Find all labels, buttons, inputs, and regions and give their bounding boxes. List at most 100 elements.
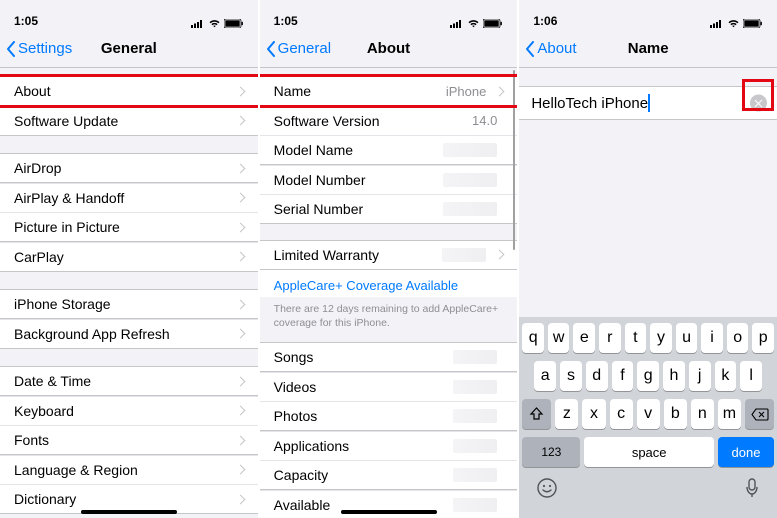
row-picture-in-picture[interactable]: Picture in Picture [0, 212, 258, 242]
row-name[interactable]: Name iPhone [260, 76, 518, 106]
home-indicator[interactable] [341, 510, 437, 514]
chevron-left-icon [525, 41, 535, 57]
redacted-value [453, 409, 497, 423]
row-carplay[interactable]: CarPlay [0, 242, 258, 272]
keyboard: q w e r t y u i o p a s d f g h j k l [519, 317, 777, 518]
key-r[interactable]: r [599, 323, 621, 353]
key-y[interactable]: y [650, 323, 672, 353]
key-d[interactable]: d [586, 361, 608, 391]
key-n[interactable]: n [691, 399, 714, 429]
row-label: Limited Warranty [274, 247, 443, 263]
row-label: Language & Region [14, 462, 233, 478]
row-software-update[interactable]: Software Update [0, 106, 258, 136]
row-airplay-handoff[interactable]: AirPlay & Handoff [0, 183, 258, 213]
chevron-right-icon [235, 494, 245, 504]
redacted-value [443, 202, 497, 216]
chevron-right-icon [235, 222, 245, 232]
row-background-app-refresh[interactable]: Background App Refresh [0, 319, 258, 349]
row-airdrop[interactable]: AirDrop [0, 153, 258, 183]
name-input-row[interactable]: HelloTech iPhone [519, 86, 777, 120]
highlight-box [742, 79, 774, 111]
key-e[interactable]: e [573, 323, 595, 353]
scrollbar[interactable] [513, 70, 516, 250]
status-icons [191, 19, 244, 28]
dictation-icon[interactable] [744, 477, 760, 499]
row-songs[interactable]: Songs [260, 342, 518, 372]
chevron-right-icon [235, 465, 245, 475]
row-software-version[interactable]: Software Version 14.0 [260, 106, 518, 136]
key-z[interactable]: z [555, 399, 578, 429]
redacted-value [453, 350, 497, 364]
chevron-right-icon [235, 435, 245, 445]
key-j[interactable]: j [689, 361, 711, 391]
chevron-right-icon [235, 116, 245, 126]
row-label: Applications [274, 438, 454, 454]
row-iphone-storage[interactable]: iPhone Storage [0, 289, 258, 319]
row-about[interactable]: About [0, 76, 258, 106]
key-f[interactable]: f [612, 361, 634, 391]
chevron-right-icon [495, 250, 505, 260]
signal-icon [191, 19, 205, 28]
key-a[interactable]: a [534, 361, 556, 391]
chevron-right-icon [235, 86, 245, 96]
applecare-link[interactable]: AppleCare+ Coverage Available [260, 269, 518, 297]
keyboard-row-4: 123 space done [522, 437, 774, 467]
row-language-region[interactable]: Language & Region [0, 455, 258, 485]
chevron-right-icon [495, 86, 505, 96]
nav-bar: About Name [519, 30, 777, 68]
key-b[interactable]: b [664, 399, 687, 429]
row-date-time[interactable]: Date & Time [0, 366, 258, 396]
keyboard-bottom-row [522, 475, 774, 515]
status-icons [710, 19, 763, 28]
row-videos[interactable]: Videos [260, 372, 518, 402]
key-backspace[interactable] [745, 399, 774, 429]
row-label: Picture in Picture [14, 219, 233, 235]
key-h[interactable]: h [663, 361, 685, 391]
row-label: Fonts [14, 432, 233, 448]
page-title: General [101, 40, 157, 57]
key-k[interactable]: k [715, 361, 737, 391]
row-model-name[interactable]: Model Name [260, 135, 518, 165]
row-label: AirDrop [14, 160, 233, 176]
key-p[interactable]: p [752, 323, 774, 353]
key-space[interactable]: space [584, 437, 714, 467]
key-i[interactable]: i [701, 323, 723, 353]
key-t[interactable]: t [625, 323, 647, 353]
row-label: Name [274, 83, 446, 99]
row-label: Software Update [14, 113, 233, 129]
row-fonts[interactable]: Fonts [0, 425, 258, 455]
key-123[interactable]: 123 [522, 437, 580, 467]
key-x[interactable]: x [582, 399, 605, 429]
back-button[interactable]: Settings [6, 40, 72, 57]
home-indicator[interactable] [81, 510, 177, 514]
back-button[interactable]: About [525, 40, 576, 57]
key-v[interactable]: v [637, 399, 660, 429]
key-o[interactable]: o [727, 323, 749, 353]
row-capacity[interactable]: Capacity [260, 460, 518, 490]
row-limited-warranty[interactable]: Limited Warranty [260, 240, 518, 270]
row-label: Videos [274, 379, 454, 395]
row-serial-number[interactable]: Serial Number [260, 194, 518, 224]
key-u[interactable]: u [676, 323, 698, 353]
key-w[interactable]: w [548, 323, 570, 353]
redacted-value [453, 498, 497, 512]
row-applications[interactable]: Applications [260, 431, 518, 461]
emoji-icon[interactable] [536, 477, 558, 499]
screen-name: 1:06 About Name HelloTech iPhone q w e [519, 0, 777, 518]
row-model-number[interactable]: Model Number [260, 165, 518, 195]
wifi-icon [208, 19, 221, 28]
key-l[interactable]: l [740, 361, 762, 391]
back-button[interactable]: General [266, 40, 331, 57]
row-keyboard[interactable]: Keyboard [0, 396, 258, 426]
key-g[interactable]: g [637, 361, 659, 391]
key-c[interactable]: c [610, 399, 633, 429]
key-m[interactable]: m [718, 399, 741, 429]
row-photos[interactable]: Photos [260, 401, 518, 431]
key-q[interactable]: q [522, 323, 544, 353]
battery-icon [224, 19, 244, 28]
key-s[interactable]: s [560, 361, 582, 391]
chevron-right-icon [235, 252, 245, 262]
row-label: Software Version [274, 113, 472, 129]
key-shift[interactable] [522, 399, 551, 429]
key-done[interactable]: done [718, 437, 774, 467]
